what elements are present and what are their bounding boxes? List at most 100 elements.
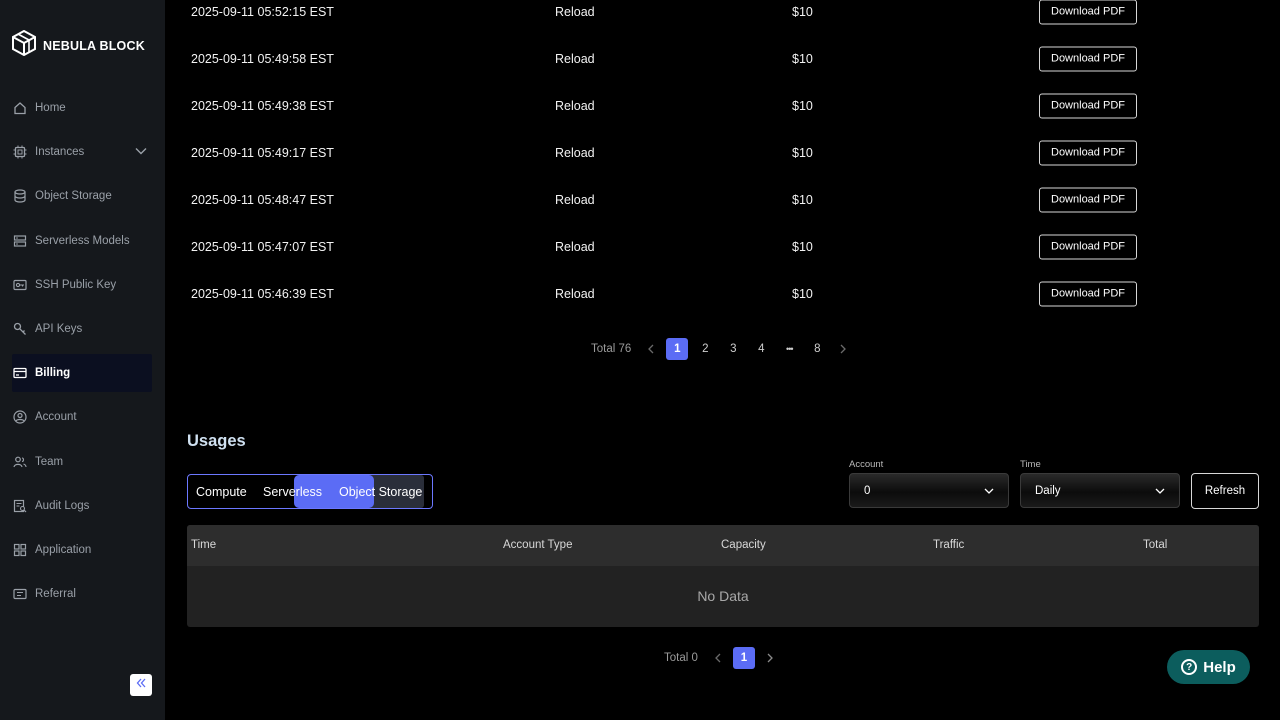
transaction-type: Reload: [555, 98, 595, 113]
sidebar-item-billing[interactable]: Billing: [0, 351, 165, 395]
column-header: Traffic: [933, 539, 965, 551]
transaction-amount: $10: [792, 145, 813, 160]
sidebar-item-label: SSH Public Key: [35, 278, 117, 291]
page-button[interactable]: 4: [750, 338, 772, 360]
empty-state-text: No Data: [697, 588, 749, 604]
page-ellipsis[interactable]: •••: [778, 338, 800, 360]
team-icon: [13, 455, 27, 469]
table-header: Time Account Type Capacity Traffic Total: [187, 525, 1259, 566]
sidebar-item-account[interactable]: Account: [0, 395, 165, 439]
sidebar-item-team[interactable]: Team: [0, 440, 165, 484]
usage-tabs: Compute Serverless Object Storage: [187, 474, 433, 509]
page-button[interactable]: 8: [806, 338, 828, 360]
pagination-total: Total 0: [664, 652, 698, 664]
chip-icon: [13, 145, 27, 159]
apps-icon: [13, 543, 27, 557]
column-header: Capacity: [721, 539, 766, 551]
download-pdf-button[interactable]: Download PDF: [1039, 0, 1137, 24]
help-label: Help: [1203, 658, 1236, 676]
column-header: Total: [1143, 539, 1168, 551]
page-button[interactable]: 1: [666, 338, 689, 360]
account-select[interactable]: 0: [849, 473, 1009, 508]
usages-title: Usages: [187, 432, 246, 450]
billing-main: 2025-09-11 05:52:15 EST Reload $10 Downl…: [165, 0, 1280, 720]
sidebar-item-referral[interactable]: Referral: [0, 572, 165, 616]
nebula-cube-icon: [12, 29, 36, 61]
download-pdf-button[interactable]: Download PDF: [1039, 187, 1137, 212]
transaction-amount: $10: [792, 239, 813, 254]
sidebar-item-label: Object Storage: [35, 190, 112, 203]
download-pdf-button[interactable]: Download PDF: [1039, 140, 1137, 165]
download-pdf-button[interactable]: Download PDF: [1039, 234, 1137, 259]
chevron-left-icon[interactable]: [709, 647, 727, 669]
database-icon: [13, 189, 27, 204]
brand-logo[interactable]: NEBULA BLOCK: [12, 29, 145, 61]
account-select-value: 0: [864, 484, 871, 497]
page-button[interactable]: 3: [722, 338, 744, 360]
page-button[interactable]: 1: [732, 647, 755, 669]
download-pdf-button[interactable]: Download PDF: [1039, 46, 1137, 71]
transaction-type: Reload: [555, 51, 595, 66]
transaction-time: 2025-09-11 05:49:38 EST: [191, 98, 334, 113]
chevron-right-icon[interactable]: [761, 647, 779, 669]
transaction-time: 2025-09-11 05:52:15 EST: [191, 4, 334, 19]
help-button[interactable]: ? Help: [1167, 650, 1250, 684]
sidebar-nav: Home Instances Object Storage Serverless…: [0, 86, 165, 616]
transaction-amount: $10: [792, 286, 813, 301]
sidebar-item-api-keys[interactable]: API Keys: [0, 307, 165, 351]
key-card-icon: [13, 278, 27, 292]
chevron-down-icon: [1155, 486, 1165, 498]
download-pdf-button[interactable]: Download PDF: [1039, 93, 1137, 118]
sidebar-item-audit-logs[interactable]: Audit Logs: [0, 484, 165, 528]
table-row: 2025-09-11 05:49:38 EST Reload $10 Downl…: [165, 82, 1280, 129]
sidebar-item-label: API Keys: [35, 323, 83, 336]
sidebar-item-ssh-public-key[interactable]: SSH Public Key: [0, 263, 165, 307]
chevron-right-icon[interactable]: [834, 338, 852, 360]
sidebar-item-application[interactable]: Application: [0, 528, 165, 572]
transaction-amount: $10: [792, 98, 813, 113]
tab-object-storage[interactable]: Object Storage: [339, 475, 422, 508]
home-icon: [13, 101, 27, 115]
sidebar-item-label: Application: [35, 543, 92, 556]
table-row: 2025-09-11 05:49:17 EST Reload $10 Downl…: [165, 129, 1280, 176]
sidebar-item-home[interactable]: Home: [0, 86, 165, 130]
double-chevron-left-icon: [135, 676, 147, 694]
user-circle-icon: [13, 410, 27, 425]
sidebar-item-label: Account: [35, 411, 77, 424]
collapse-sidebar-button[interactable]: [130, 674, 152, 696]
tab-compute[interactable]: Compute: [196, 475, 247, 508]
table-row: 2025-09-11 05:49:58 EST Reload $10 Downl…: [165, 35, 1280, 82]
table-row: 2025-09-11 05:47:07 EST Reload $10 Downl…: [165, 223, 1280, 270]
brand-name: NEBULA BLOCK: [43, 38, 145, 53]
sidebar-item-serverless-models[interactable]: Serverless Models: [0, 219, 165, 263]
page-button[interactable]: 2: [694, 338, 716, 360]
tab-serverless[interactable]: Serverless: [263, 475, 322, 508]
usages-table: Time Account Type Capacity Traffic Total…: [187, 525, 1259, 627]
chevron-left-icon[interactable]: [642, 338, 660, 360]
transaction-time: 2025-09-11 05:48:47 EST: [191, 192, 334, 207]
sidebar-item-label: Instances: [35, 146, 85, 159]
transaction-type: Reload: [555, 4, 595, 19]
pagination-total: Total 76: [591, 343, 632, 355]
column-header: Time: [191, 539, 217, 551]
transaction-amount: $10: [792, 192, 813, 207]
audit-icon: [13, 499, 27, 513]
download-pdf-button[interactable]: Download PDF: [1039, 281, 1137, 306]
sidebar-item-label: Home: [35, 102, 66, 115]
key-icon: [13, 322, 27, 336]
transaction-time: 2025-09-11 05:49:58 EST: [191, 51, 334, 66]
sidebar-item-instances[interactable]: Instances: [0, 130, 165, 174]
table-row: 2025-09-11 05:46:39 EST Reload $10 Downl…: [165, 270, 1280, 317]
transaction-time: 2025-09-11 05:49:17 EST: [191, 145, 334, 160]
time-label: Time: [1020, 459, 1041, 470]
sidebar-item-object-storage[interactable]: Object Storage: [0, 174, 165, 218]
column-header: Account Type: [503, 539, 573, 551]
transaction-type: Reload: [555, 239, 595, 254]
sidebar-item-label: Team: [35, 455, 64, 468]
transaction-time: 2025-09-11 05:46:39 EST: [191, 286, 334, 301]
refresh-button[interactable]: Refresh: [1191, 473, 1259, 509]
chevron-down-icon[interactable]: [135, 146, 147, 158]
time-select[interactable]: Daily: [1020, 473, 1180, 508]
sidebar-item-label: Referral: [35, 588, 76, 601]
transaction-amount: $10: [792, 51, 813, 66]
